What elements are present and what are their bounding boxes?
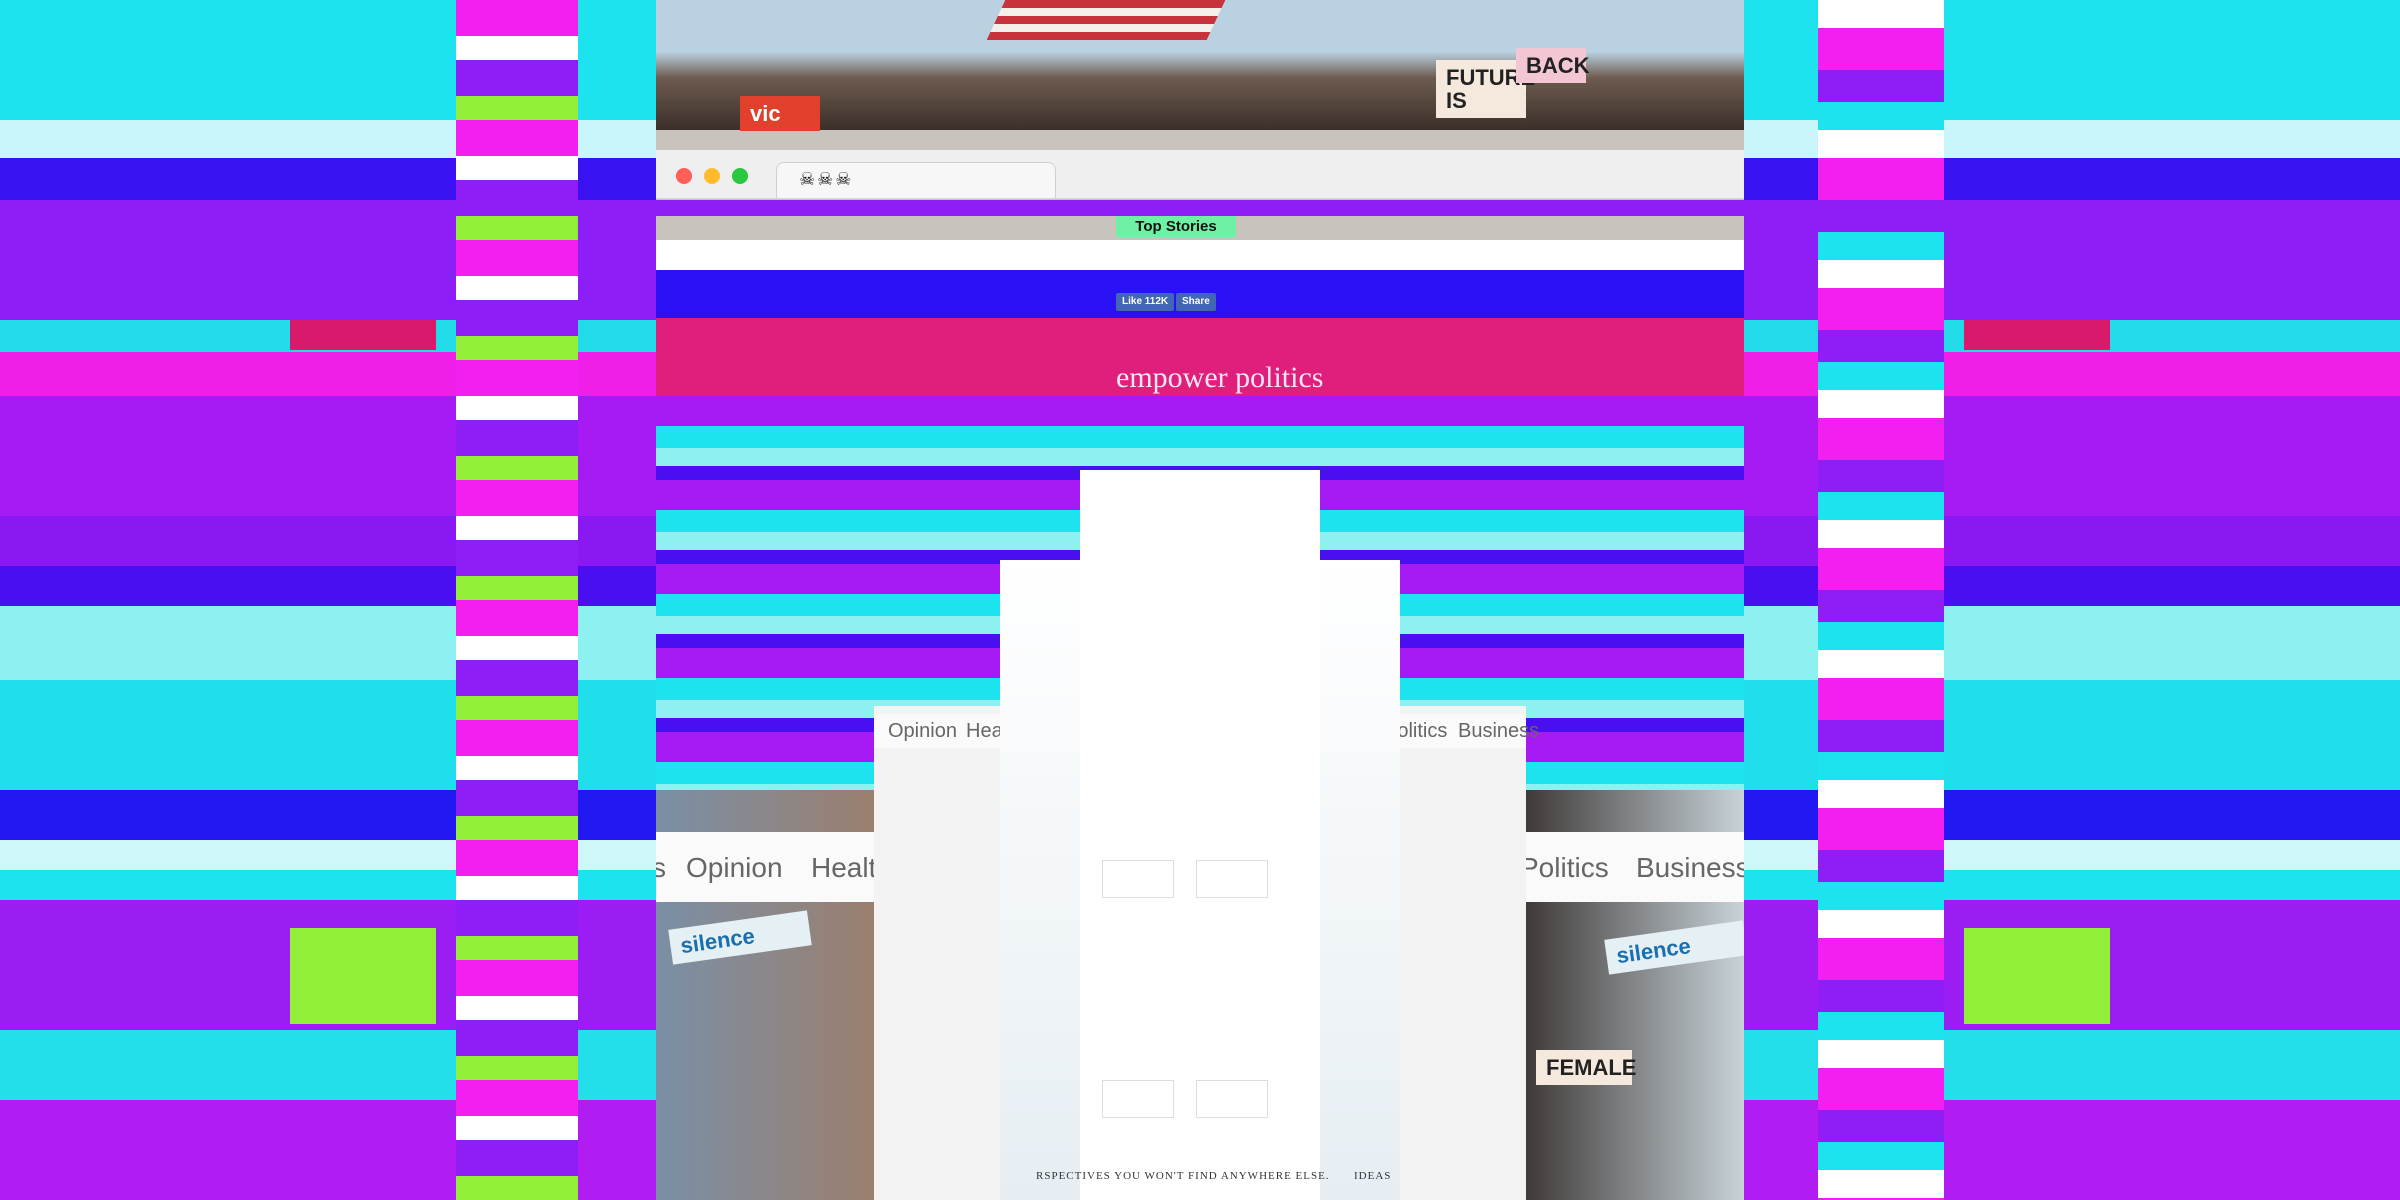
browser-tab[interactable]: ☠☠☠ [776,162,1056,198]
perspectives-banner: RSPECTIVES YOU WON'T FIND ANYWHERE ELSE. [1036,1170,1330,1182]
glitch-block [1964,320,2110,350]
article-card[interactable] [1102,860,1174,898]
protest-sign: FUTURE IS [1436,60,1535,119]
maximize-icon[interactable] [732,168,748,184]
browser-window: FUTURE IS BACK vic ☠☠☠ Top Stories Like … [656,0,1744,1200]
minimize-icon[interactable] [704,168,720,184]
top-stories-link[interactable]: Top Stories [1116,216,1236,237]
share-button[interactable]: Share [1176,293,1216,311]
browser-chrome: ☠☠☠ [656,150,1744,199]
article-card[interactable] [1196,860,1268,898]
article-card[interactable] [1196,1080,1268,1118]
glitch-block [290,928,436,1024]
glitch-column [1818,0,1944,1200]
nav-item-politics[interactable]: Politics [1520,852,1609,884]
glitch-column [456,0,578,1200]
flag-image [986,0,1226,40]
protest-sign: BACK [1516,48,1590,84]
protest-sign: vic [740,96,820,132]
nav-item-business[interactable]: Business [1458,720,1539,743]
nav-item-partial: s [656,852,666,883]
nav-item-opinion[interactable]: Opinion [686,852,783,884]
article-card[interactable] [1102,1080,1174,1118]
glitch-block [1964,928,2110,1024]
close-icon[interactable] [676,168,692,184]
protest-sign: FEMALE [1536,1050,1636,1086]
nav-item-opinion[interactable]: Opinion [888,720,957,743]
nav-item-business[interactable]: Business [1636,852,1744,884]
headline: empower politics [1116,361,1324,394]
glitch-band [656,240,1744,270]
like-button[interactable]: Like 112K [1116,293,1175,311]
ideas-label: IDEAS [1354,1170,1392,1182]
glitch-band [656,200,1744,216]
glitch-block [290,320,436,350]
